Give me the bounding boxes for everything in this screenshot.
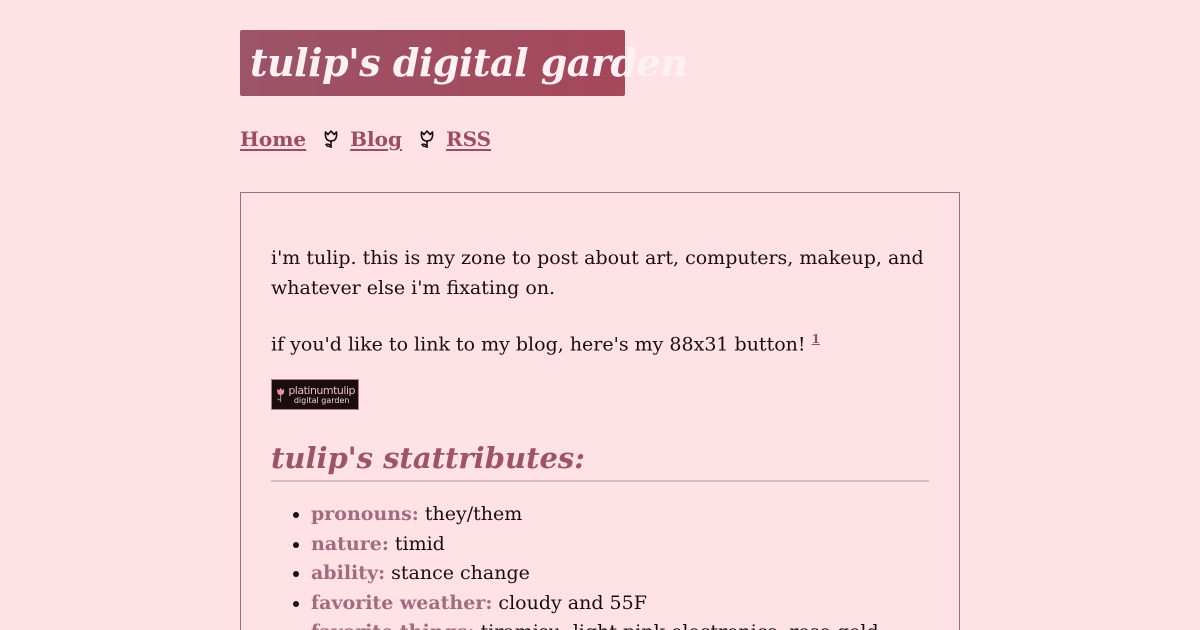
- 88x31-line2: digital garden: [293, 395, 350, 405]
- main-nav: Home Blog RSS: [240, 124, 491, 154]
- footnote-link[interactable]: 1: [812, 332, 820, 346]
- stats-value: they/them: [424, 503, 523, 526]
- tulip-icon: [324, 130, 338, 148]
- footnote-sup: 1: [812, 328, 820, 347]
- stats-value: cloudy and 55F: [498, 591, 647, 614]
- stats-value: timid: [394, 532, 445, 555]
- stats-key: ability:: [311, 562, 386, 585]
- stats-item: favorite weather: cloudy and 55F: [311, 589, 929, 619]
- 88x31-button[interactable]: platinumtulip digital garden: [271, 379, 359, 411]
- tulip-icon: [420, 130, 434, 148]
- tulip-logo-icon: [277, 387, 285, 402]
- intro-text: i'm tulip. this is my zone to post about…: [271, 247, 924, 299]
- stats-item: favorite things: tiramisu, light pink el…: [311, 618, 929, 630]
- page: tulip's digital garden Home Blog RSS i'm…: [0, 0, 1200, 630]
- stats-key: favorite things:: [311, 621, 475, 630]
- site-title[interactable]: tulip's digital garden: [240, 30, 688, 96]
- 88x31-line1: platinumtulip: [288, 383, 355, 397]
- stats-value: tiramisu, light pink electronics, rose g…: [481, 621, 879, 630]
- stats-item: ability: stance change: [311, 559, 929, 589]
- stats-value: stance change: [391, 562, 530, 585]
- stats-item: nature: timid: [311, 530, 929, 560]
- stats-heading: tulip's stattributes:: [271, 438, 929, 483]
- main-content: i'm tulip. this is my zone to post about…: [240, 192, 960, 630]
- link-prompt: if you'd like to link to my blog, here's…: [271, 323, 929, 359]
- 88x31-button-text: platinumtulip digital garden: [288, 385, 355, 405]
- stats-key: pronouns:: [311, 503, 419, 526]
- stats-key: nature:: [311, 532, 389, 555]
- nav-link-blog[interactable]: Blog: [350, 127, 402, 151]
- stats-item: pronouns: they/them: [311, 500, 929, 530]
- nav-link-home[interactable]: Home: [240, 127, 306, 151]
- stats-key: favorite weather:: [311, 591, 493, 614]
- nav-link-rss[interactable]: RSS: [446, 127, 491, 151]
- stats-list: pronouns: they/them nature: timid abilit…: [271, 500, 929, 630]
- link-prompt-text: if you'd like to link to my blog, here's…: [271, 333, 806, 356]
